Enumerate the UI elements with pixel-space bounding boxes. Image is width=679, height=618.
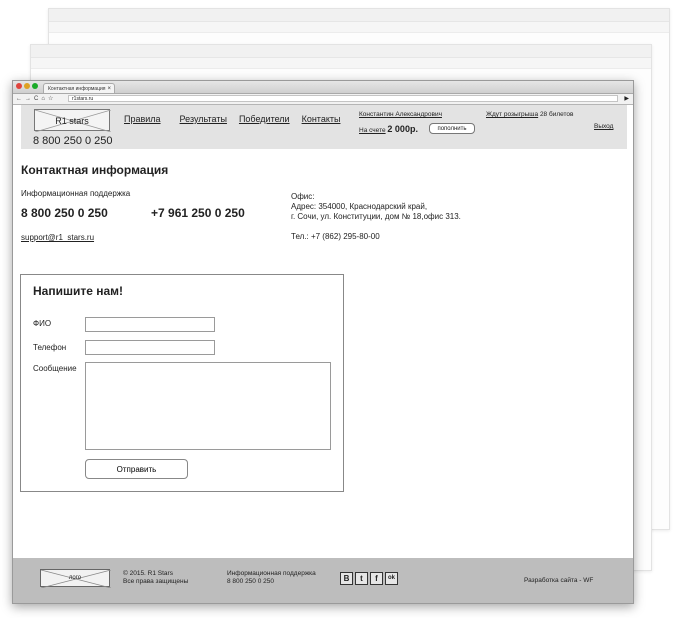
minimize-window-button[interactable] — [24, 83, 30, 89]
page-title: Контактная информация — [21, 163, 169, 177]
balance-value: 2 000р. — [387, 124, 418, 134]
balance: На счете 2 000р. — [359, 124, 418, 134]
send-button[interactable]: Отправить — [85, 459, 188, 479]
footer-logo-text: лого — [68, 575, 82, 581]
background-window-titlebar — [49, 9, 669, 22]
footer-logo[interactable]: лого — [40, 569, 111, 588]
nav-rules[interactable]: Правила — [124, 114, 161, 124]
background-window-addressbar — [49, 22, 669, 33]
nav-contacts[interactable]: Контакты — [302, 114, 341, 124]
browser-titlebar: Контактная информация × — [13, 81, 633, 94]
twitter-icon[interactable]: t — [355, 572, 368, 585]
support-email-link[interactable]: support@r1_stars.ru — [21, 233, 94, 242]
maximize-window-button[interactable] — [32, 83, 38, 89]
phone-label: Телефон — [33, 343, 67, 352]
header-logo[interactable]: R1 stars — [34, 109, 111, 132]
logo-text: R1 stars — [55, 116, 89, 126]
topup-button[interactable]: пополнить — [429, 123, 475, 134]
browser-toolbar: ← → C ⌂ ☆ r1stars.ru ▶ — [13, 94, 633, 105]
back-icon[interactable]: ← — [16, 94, 22, 104]
support-phone-2: +7 961 250 0 250 — [151, 206, 245, 220]
draw-info: Ждут розыгрыша 28 билетов — [486, 111, 574, 118]
copyright: © 2015. R1 Stars Все права защищены — [123, 570, 188, 586]
name-input[interactable] — [85, 317, 215, 332]
developer-credit[interactable]: Разработка сайта - WF — [524, 577, 593, 584]
office-address-line-2: г. Сочи, ул. Конституции, дом № 18,офис … — [291, 212, 461, 221]
footer-support-phone: 8 800 250 0 250 — [227, 578, 274, 585]
logout-link[interactable]: Выход — [594, 123, 613, 130]
header-phone: 8 800 250 0 250 — [33, 135, 113, 147]
phone-input[interactable] — [85, 340, 215, 355]
support-phone-1: 8 800 250 0 250 — [21, 206, 108, 220]
address-input[interactable]: r1stars.ru — [68, 95, 618, 102]
odnoklassniki-icon[interactable]: ok — [385, 572, 398, 585]
contact-form: Напишите нам! ФИО Телефон Сообщение Отпр… — [20, 274, 344, 492]
footer-support: Информационная поддержка 8 800 250 0 250 — [227, 570, 316, 586]
close-tab-icon[interactable]: × — [107, 84, 111, 94]
nav-results[interactable]: Результаты — [180, 114, 227, 124]
browser-tab[interactable]: Контактная информация × — [43, 83, 115, 93]
nav-winners[interactable]: Победители — [239, 114, 290, 124]
social-links: В t f ok — [340, 572, 398, 585]
browser-window: Контактная информация × ← → C ⌂ ☆ r1star… — [12, 80, 634, 604]
name-label: ФИО — [33, 319, 52, 328]
support-label: Информационная поддержка — [21, 189, 131, 198]
office-address-line-1: Адрес: 354000, Краснодарский край, — [291, 202, 428, 211]
footer-support-label: Информационная поддержка — [227, 570, 316, 577]
copyright-line-1: © 2015. R1 Stars — [123, 570, 173, 577]
copyright-line-2: Все права защищены — [123, 578, 189, 585]
vk-icon[interactable]: В — [340, 572, 353, 585]
browser-tab-title: Контактная информация — [48, 86, 106, 92]
facebook-icon[interactable]: f — [370, 572, 383, 585]
form-title: Напишите нам! — [33, 284, 124, 298]
office-title: Офис: — [291, 192, 315, 201]
background-window-addressbar — [31, 58, 651, 69]
balance-label[interactable]: На счете — [359, 127, 386, 134]
close-window-button[interactable] — [16, 83, 22, 89]
home-icon[interactable]: ⌂ — [41, 94, 45, 104]
user-name-link[interactable]: Константин Александрович — [359, 111, 442, 118]
draw-link[interactable]: Ждут розыгрыша — [486, 111, 538, 118]
menu-arrow-icon[interactable]: ▶ — [624, 94, 629, 104]
message-textarea[interactable] — [85, 362, 331, 450]
background-window-titlebar — [31, 45, 651, 58]
office-phone: Тел.: +7 (862) 295-80-00 — [291, 232, 380, 241]
main-nav: Правила Результаты Победители Контакты — [124, 114, 352, 124]
star-icon[interactable]: ☆ — [48, 94, 53, 104]
reload-icon[interactable]: C — [34, 94, 38, 104]
site-header: R1 stars 8 800 250 0 250 Правила Результ… — [21, 105, 627, 149]
site-footer: лого © 2015. R1 Stars Все права защищены… — [13, 558, 633, 603]
forward-icon[interactable]: → — [25, 94, 31, 104]
draw-count: 28 билетов — [539, 111, 574, 118]
office-info: Офис: Адрес: 354000, Краснодарский край,… — [291, 192, 461, 242]
message-label: Сообщение — [33, 364, 77, 373]
window-controls — [16, 83, 38, 89]
